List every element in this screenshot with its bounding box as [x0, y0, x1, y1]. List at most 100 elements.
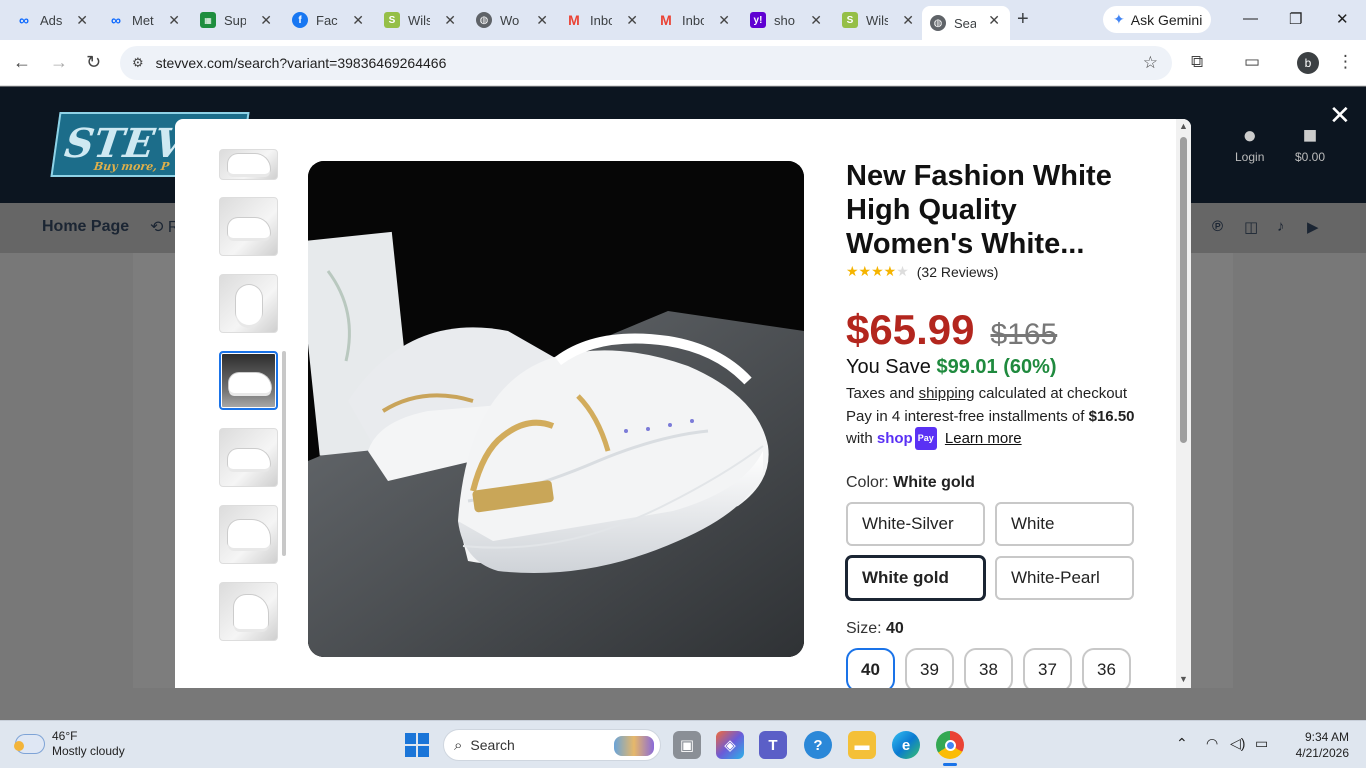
installment-with: with: [846, 430, 873, 447]
ask-gemini-button[interactable]: ✦ Ask Gemini: [1103, 6, 1211, 33]
cart-link[interactable]: ■ $0.00: [1295, 122, 1325, 164]
color-option[interactable]: White-Silver: [846, 502, 985, 546]
wifi-icon[interactable]: ◠: [1206, 735, 1218, 752]
login-link[interactable]: ● Login: [1235, 122, 1264, 164]
close-icon[interactable]: ✕: [988, 12, 1000, 29]
url-text[interactable]: stevvex.com/search?variant=3983646926446…: [156, 55, 447, 71]
address-bar[interactable]: ⚙ stevvex.com/search?variant=39836469264…: [120, 46, 1172, 80]
tab-search-icon[interactable]: ▭: [1244, 52, 1260, 72]
forward-icon[interactable]: →: [50, 52, 68, 73]
product-thumbnail[interactable]: [219, 428, 278, 487]
color-option[interactable]: White-Pearl: [995, 556, 1134, 600]
size-option-selected[interactable]: 40: [846, 648, 895, 688]
close-icon[interactable]: ✕: [902, 12, 914, 29]
site-info-icon[interactable]: ⚙: [132, 55, 144, 71]
shopify-icon: S: [384, 12, 400, 28]
scroll-up-arrow-icon[interactable]: ▲: [1179, 121, 1188, 131]
shoe-image: [236, 285, 262, 325]
bookmark-star-icon[interactable]: ☆: [1143, 53, 1158, 73]
thumbnail-scrollbar[interactable]: [282, 351, 286, 556]
teams-icon[interactable]: T: [759, 731, 787, 759]
tiktok-icon[interactable]: ♪: [1277, 218, 1285, 235]
close-icon[interactable]: ✕: [536, 12, 548, 29]
browser-tab[interactable]: S Wils ✕: [376, 6, 466, 34]
product-thumbnail[interactable]: [219, 274, 278, 333]
extensions-icon[interactable]: ⧉: [1191, 52, 1203, 72]
product-thumbnail[interactable]: [219, 505, 278, 564]
scrollbar-thumb[interactable]: [1180, 137, 1187, 443]
product-info: New Fashion White High Quality Women's W…: [846, 159, 1146, 688]
browser-tab-active[interactable]: ◍ Sea ✕: [922, 6, 1010, 40]
modal-scrollbar[interactable]: ▲ ▼: [1176, 119, 1191, 688]
task-view-icon[interactable]: ▣: [673, 731, 701, 759]
close-window-button[interactable]: ✕: [1336, 10, 1349, 28]
browser-tab[interactable]: ∞ Met ✕: [100, 6, 190, 34]
browser-tab[interactable]: ▦ Sup ✕: [192, 6, 282, 34]
close-icon[interactable]: ✕: [626, 12, 638, 29]
edge-icon[interactable]: e: [892, 731, 920, 759]
cart-total: $0.00: [1295, 150, 1326, 164]
nav-home-link[interactable]: Home Page: [42, 218, 129, 236]
shipping-link[interactable]: shipping: [919, 385, 975, 402]
product-title: New Fashion White High Quality Women's W…: [846, 160, 1112, 260]
new-tab-button[interactable]: +: [1017, 8, 1029, 31]
browser-tab[interactable]: ◍ Wo ✕: [468, 6, 558, 34]
browser-tab[interactable]: f Face ✕: [284, 6, 374, 34]
size-option[interactable]: 36: [1082, 648, 1131, 688]
youtube-icon[interactable]: ▶: [1307, 218, 1319, 236]
browser-tab[interactable]: y! sho ✕: [742, 6, 832, 34]
menu-icon[interactable]: ⋮: [1337, 52, 1354, 72]
size-option[interactable]: 38: [964, 648, 1013, 688]
product-thumbnail-selected[interactable]: [219, 351, 278, 410]
color-option[interactable]: White: [995, 502, 1134, 546]
product-rating[interactable]: ★★★★★ (32 Reviews): [846, 263, 1146, 280]
color-option-selected[interactable]: White gold: [846, 556, 985, 600]
start-button[interactable]: [405, 733, 429, 757]
browser-tab[interactable]: S Wils ✕: [834, 6, 924, 34]
chrome-icon[interactable]: [936, 731, 964, 766]
save-amount: $99.01 (60%): [936, 356, 1057, 378]
pinterest-icon[interactable]: ℗: [1212, 218, 1223, 235]
close-icon[interactable]: ✕: [352, 12, 364, 29]
close-icon[interactable]: ✕: [260, 12, 272, 29]
volume-icon[interactable]: ◁): [1230, 735, 1245, 752]
product-thumbnail[interactable]: [219, 149, 278, 180]
gemini-icon: ✦: [1113, 11, 1125, 27]
close-icon[interactable]: ✕: [718, 12, 730, 29]
back-icon[interactable]: ←: [13, 52, 31, 73]
product-thumbnail[interactable]: [219, 582, 278, 641]
browser-tab[interactable]: ∞ Ads ✕: [8, 6, 98, 34]
scroll-down-arrow-icon[interactable]: ▼: [1179, 674, 1188, 684]
profile-avatar[interactable]: b: [1297, 52, 1319, 74]
close-icon[interactable]: ✕: [810, 12, 822, 29]
product-main-image[interactable]: [308, 161, 804, 657]
spreadsheet-icon: ▦: [200, 12, 216, 28]
size-option[interactable]: 39: [905, 648, 954, 688]
tab-title: Wils: [866, 12, 888, 28]
product-thumbnail[interactable]: [219, 197, 278, 256]
file-explorer-icon[interactable]: ▬: [848, 731, 876, 759]
taskbar-search[interactable]: ⌕ Search: [443, 729, 661, 761]
review-count[interactable]: (32 Reviews): [917, 264, 999, 280]
close-modal-button[interactable]: ✕: [1329, 100, 1351, 131]
browser-tab[interactable]: M Inbo ✕: [558, 6, 648, 34]
reload-icon[interactable]: ↻: [86, 52, 101, 73]
close-icon[interactable]: ✕: [444, 12, 456, 29]
windows-taskbar: 46°F Mostly cloudy ⌕ Search ▣ ◈ T ? ▬ e …: [0, 720, 1366, 768]
learn-more-link[interactable]: Learn more: [945, 430, 1022, 447]
chevron-up-icon[interactable]: ⌃: [1176, 735, 1188, 752]
restore-button[interactable]: ❐: [1289, 10, 1302, 28]
yahoo-icon: y!: [750, 12, 766, 28]
close-icon[interactable]: ✕: [168, 12, 180, 29]
battery-icon[interactable]: ▭: [1255, 735, 1268, 752]
help-icon[interactable]: ?: [804, 731, 832, 759]
browser-tab[interactable]: M Inbo ✕: [650, 6, 740, 34]
compare-price: $165: [990, 318, 1058, 351]
size-option[interactable]: 37: [1023, 648, 1072, 688]
minimize-button[interactable]: —: [1243, 10, 1258, 27]
weather-widget[interactable]: 46°F Mostly cloudy: [14, 729, 125, 759]
instagram-icon[interactable]: ◫: [1244, 218, 1258, 236]
copilot-icon[interactable]: ◈: [716, 731, 744, 759]
clock[interactable]: 9:34 AM 4/21/2026: [1287, 729, 1349, 761]
close-icon[interactable]: ✕: [76, 12, 88, 29]
